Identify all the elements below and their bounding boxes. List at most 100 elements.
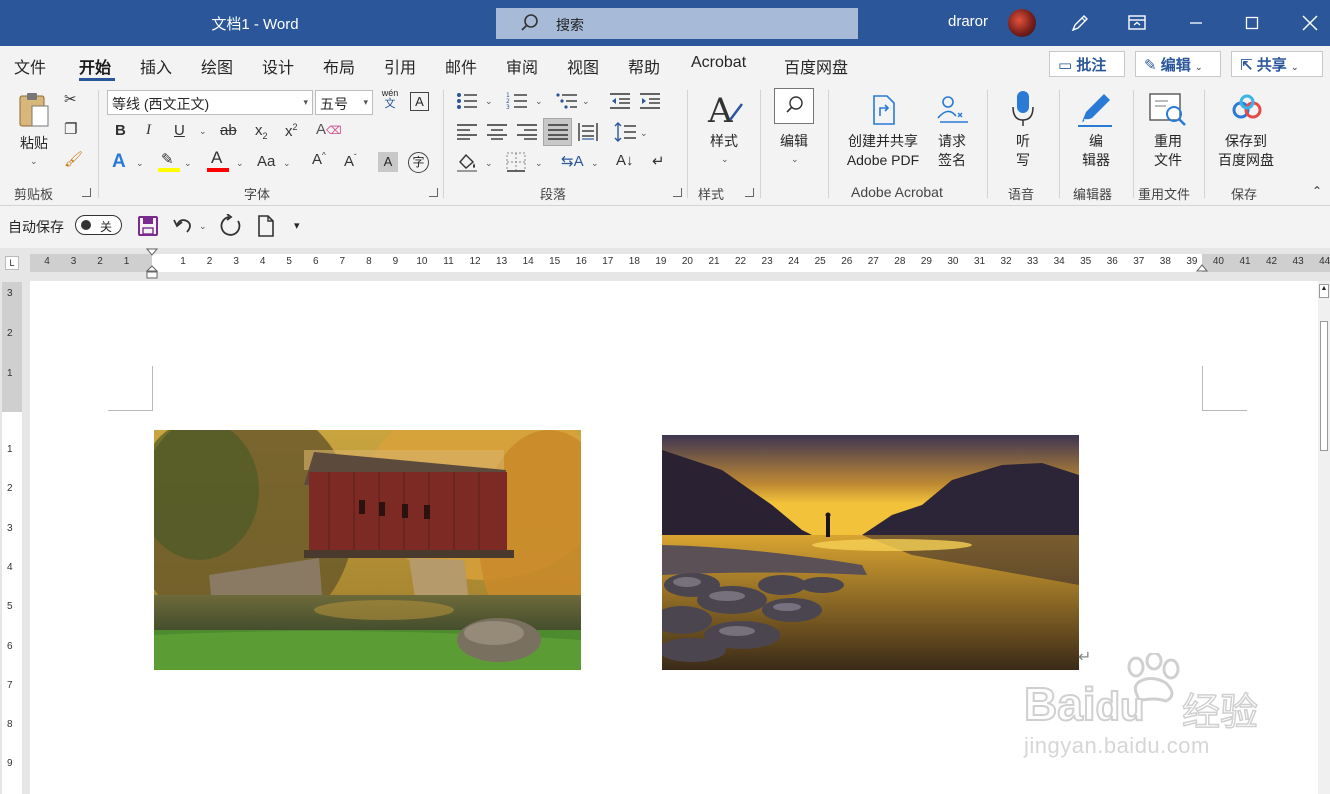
styles-launcher-icon[interactable] (745, 188, 754, 197)
paste-button[interactable]: 粘贴 ⌄ (14, 90, 54, 172)
copy-icon[interactable]: ❐ (64, 120, 77, 138)
tab-review[interactable]: 审阅 (506, 54, 538, 78)
customize-qat-icon[interactable]: ▾ (294, 219, 300, 232)
clear-formatting-icon[interactable]: A⌫ (316, 121, 342, 138)
scrollbar-thumb[interactable] (1320, 321, 1328, 451)
tab-draw[interactable]: 绘图 (201, 54, 233, 78)
format-painter-icon[interactable]: 🖌 (64, 150, 83, 168)
tab-home[interactable]: 开始 (79, 54, 111, 78)
tab-mailings[interactable]: 邮件 (445, 54, 477, 78)
paragraph-launcher-icon[interactable] (673, 188, 682, 197)
styles-button[interactable]: A 样式 ⌄ (700, 90, 748, 170)
avatar[interactable] (1008, 9, 1036, 37)
document-page[interactable]: ↵ Baidu 经验 jingyan.baidu.com (30, 281, 1318, 794)
change-case-icon[interactable]: Aa (257, 153, 275, 170)
undo-icon[interactable] (172, 215, 194, 237)
numbering-icon[interactable]: 123 (506, 92, 528, 110)
chevron-down-icon[interactable]: ⌄ (199, 221, 207, 232)
request-signature-button[interactable]: 请求 签名 (930, 94, 974, 174)
chevron-down-icon[interactable]: ⌄ (591, 158, 599, 169)
subscript-icon[interactable]: x2 (255, 122, 268, 141)
cut-icon[interactable]: ✂ (64, 90, 77, 108)
create-share-pdf-button[interactable]: 创建并共享 Adobe PDF (838, 94, 928, 174)
save-icon[interactable] (137, 215, 159, 237)
chevron-down-icon[interactable]: ⌄ (485, 96, 493, 107)
tab-view[interactable]: 视图 (567, 54, 599, 78)
maximize-icon[interactable] (1238, 10, 1266, 36)
align-center-icon[interactable] (487, 124, 507, 140)
show-marks-icon[interactable]: ↵ (652, 152, 665, 170)
tab-references[interactable]: 引用 (384, 54, 416, 78)
borders-icon[interactable] (506, 152, 526, 172)
font-launcher-icon[interactable] (429, 188, 438, 197)
comments-button[interactable]: ▭ 批注 (1049, 51, 1125, 77)
text-effects-icon[interactable]: A (112, 151, 126, 173)
highlight-color-icon[interactable]: ✎ (158, 150, 182, 174)
scroll-up-icon[interactable]: ▲ (1319, 284, 1329, 298)
tab-selector-icon[interactable]: L (5, 256, 19, 270)
lake-sunset-image[interactable] (662, 435, 1079, 670)
grow-font-icon[interactable]: A^ (312, 151, 326, 168)
chevron-down-icon[interactable]: ⌄ (236, 158, 244, 169)
tab-insert[interactable]: 插入 (140, 54, 172, 78)
font-size-combo[interactable]: 五号 ▾ (315, 90, 373, 115)
reuse-files-button[interactable]: 重用 文件 (1142, 90, 1194, 174)
superscript-icon[interactable]: x2 (285, 122, 298, 140)
editor-button[interactable]: 编 辑器 (1070, 90, 1122, 174)
font-color-icon[interactable]: A (207, 148, 231, 174)
multilevel-list-icon[interactable] (556, 92, 578, 110)
shading-icon[interactable] (456, 152, 478, 172)
chevron-down-icon[interactable]: ⌄ (640, 128, 648, 139)
clipboard-launcher-icon[interactable] (82, 188, 91, 197)
character-border-icon[interactable]: A (410, 92, 429, 111)
tab-layout[interactable]: 布局 (323, 54, 355, 78)
chevron-down-icon[interactable]: ⌄ (485, 158, 493, 169)
enclose-characters-icon[interactable]: 字 (408, 152, 429, 173)
indent-markers-icon[interactable] (146, 248, 158, 280)
share-button[interactable]: ⇱ 共享 ⌄ (1231, 51, 1323, 77)
right-indent-marker-icon[interactable] (1196, 263, 1208, 275)
save-to-baidu-button[interactable]: 保存到 百度网盘 (1212, 92, 1280, 176)
vertical-ruler[interactable]: 3 2 1 1 2 3 4 5 6 7 8 9 (2, 282, 22, 794)
dictate-button[interactable]: 听 写 (1002, 90, 1044, 174)
editing-button[interactable]: 编辑 ⌄ (772, 88, 816, 168)
tab-acrobat[interactable]: Acrobat (691, 54, 746, 72)
chevron-down-icon[interactable]: ⌄ (199, 126, 207, 137)
chevron-down-icon[interactable]: ⌄ (535, 158, 543, 169)
tab-design[interactable]: 设计 (262, 54, 294, 78)
chevron-down-icon[interactable]: ⌄ (283, 158, 291, 169)
tab-file[interactable]: 文件 (14, 54, 46, 78)
tab-help[interactable]: 帮助 (628, 54, 660, 78)
justify-button[interactable] (543, 118, 572, 146)
autosave-toggle[interactable]: 关 (75, 215, 122, 235)
redo-icon[interactable] (219, 214, 243, 238)
phonetic-guide-button[interactable]: wén 文 (378, 88, 402, 110)
covered-bridge-image[interactable] (154, 430, 581, 670)
sort-icon[interactable]: A↓ (616, 152, 634, 169)
chevron-down-icon[interactable]: ⌄ (582, 96, 590, 107)
close-icon[interactable] (1296, 10, 1324, 36)
chevron-down-icon[interactable]: ⌄ (136, 158, 144, 169)
character-shading-icon[interactable]: A (378, 152, 398, 172)
user-name[interactable]: draror (948, 13, 988, 30)
bullets-icon[interactable] (456, 92, 478, 110)
horizontal-ruler[interactable]: 4321 1 2 3 4 5 6 7 8 9 10 11 12 13 14 15 16 17 18 19 20 21 22… (30, 254, 1330, 272)
font-name-combo[interactable]: 等线 (西文正文) ▾ (107, 90, 313, 115)
italic-icon[interactable]: I (146, 122, 151, 139)
align-left-icon[interactable] (457, 124, 477, 140)
chevron-down-icon[interactable]: ⌄ (535, 96, 543, 107)
tab-baidu-netdisk[interactable]: 百度网盘 (784, 54, 848, 78)
editing-mode-button[interactable]: ✎ 编辑 ⌄ (1135, 51, 1221, 77)
ribbon-display-icon[interactable] (1123, 10, 1151, 36)
search-box[interactable]: 搜索 (496, 8, 858, 39)
asian-layout-icon[interactable]: ⇆A (561, 152, 584, 170)
distributed-icon[interactable] (578, 123, 598, 141)
align-right-icon[interactable] (517, 124, 537, 140)
line-spacing-icon[interactable] (614, 122, 636, 142)
strikethrough-icon[interactable]: ab (220, 122, 237, 139)
collapse-ribbon-icon[interactable]: ⌃ (1312, 184, 1322, 198)
increase-indent-icon[interactable] (640, 92, 660, 110)
underline-icon[interactable]: U (174, 122, 185, 139)
shrink-font-icon[interactable]: Aˇ (344, 153, 357, 170)
new-document-icon[interactable] (256, 214, 276, 238)
